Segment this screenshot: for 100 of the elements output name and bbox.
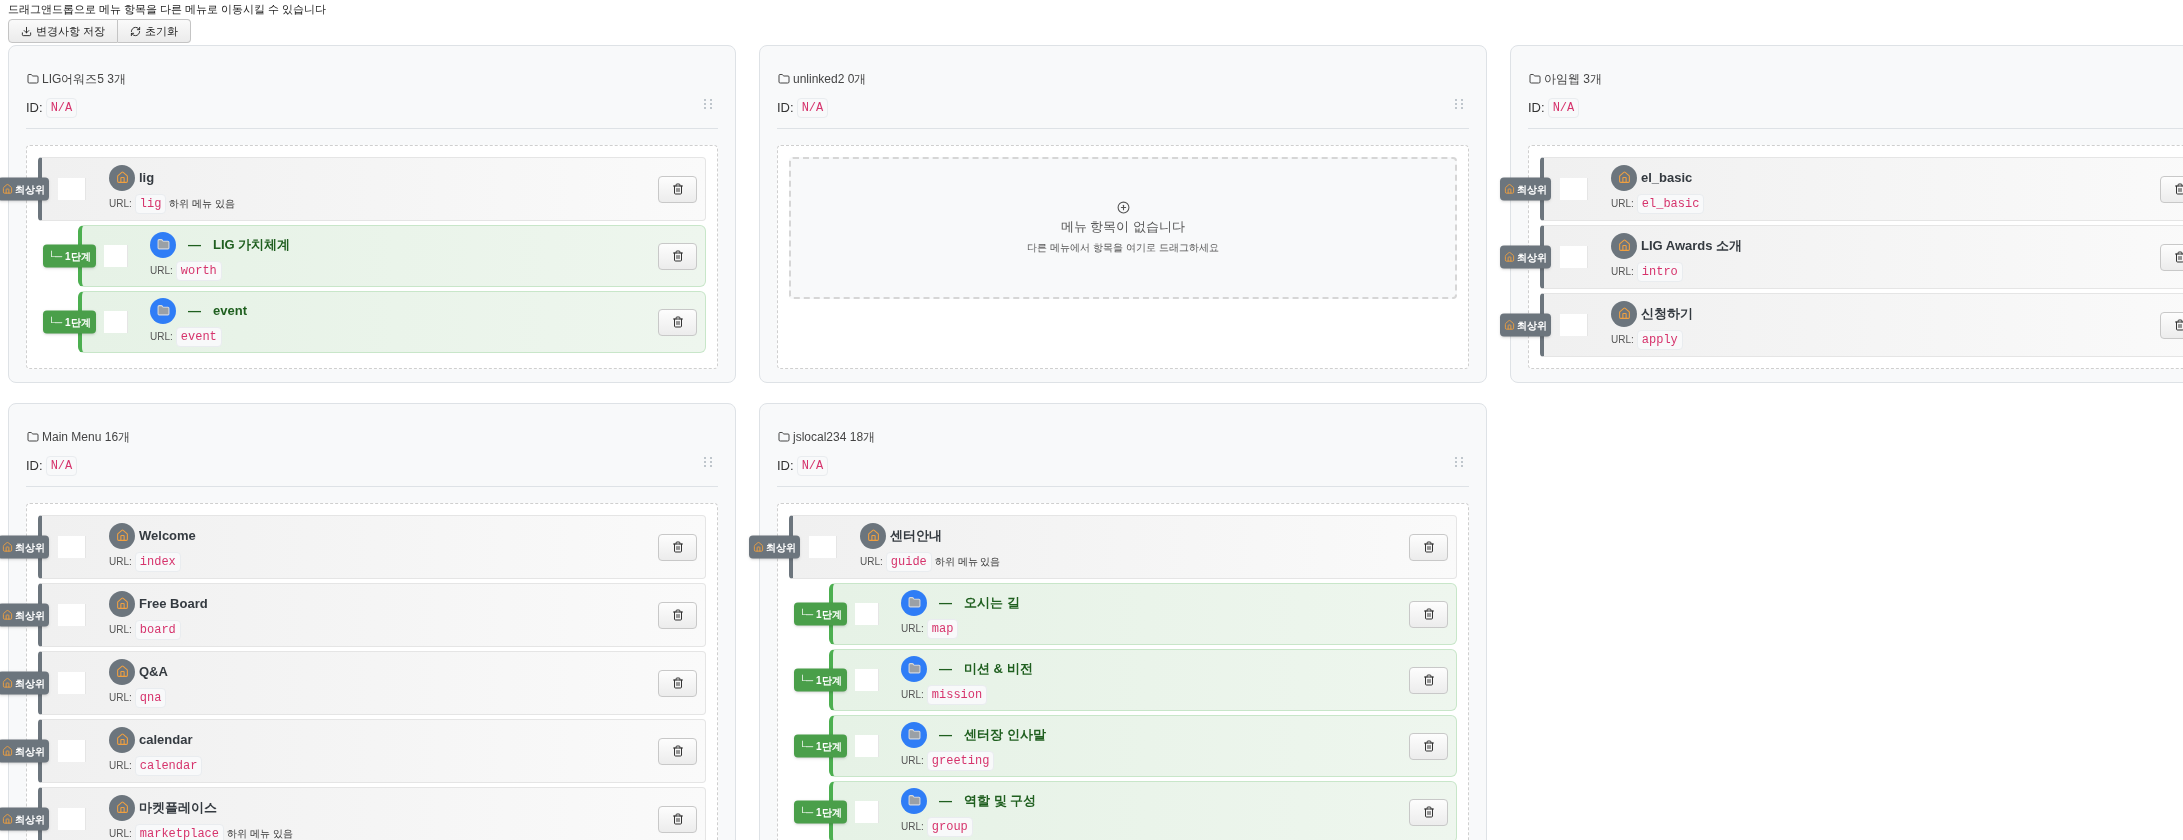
trash-icon [1422,806,1435,818]
delete-button[interactable] [658,805,697,833]
delete-button[interactable] [1409,600,1448,628]
dash-marker: — [939,593,952,612]
url-label: URL: [109,691,132,705]
url-code: intro [1636,261,1683,282]
trash-icon [671,183,684,195]
url-label: URL: [860,555,883,569]
drag-grip-icon[interactable] [703,456,713,468]
house-icon [1611,300,1637,327]
id-label: ID: [1528,99,1545,118]
download-icon [21,25,32,37]
drag-handle[interactable] [855,735,879,757]
trash-icon [1422,674,1435,686]
drag-handle[interactable] [809,536,837,558]
delete-button[interactable] [1409,533,1448,561]
house-icon [109,726,135,753]
level-badge: 최상위 [1500,177,1551,201]
delete-button[interactable] [658,669,697,697]
delete-button[interactable] [658,175,697,203]
menu-title: Main Menu 16개 [27,428,718,446]
folder-icon [901,787,927,814]
level-badge: └─ 1단계 [794,602,847,626]
url-code: calendar [134,755,203,776]
drag-grip-icon[interactable] [703,98,713,110]
menu-item-name: event [213,301,247,320]
submenu-note: 하위 메뉴 있음 [169,197,235,211]
level-badge: 최상위 [0,535,49,559]
id-label: ID: [26,99,43,118]
level-badge: └─ 1단계 [43,244,96,268]
id-code: N/A [45,456,78,476]
trash-icon [671,250,684,262]
url-code: worth [175,260,222,281]
delete-button[interactable] [1409,732,1448,760]
url-label: URL: [150,330,173,344]
level-badge: └─ 1단계 [794,800,847,824]
menu-title: LIG어워즈5 3개 [27,70,718,88]
menu-item-name: 미션 & 비전 [964,659,1033,678]
level-badge: 최상위 [0,603,49,627]
empty-hint: 다른 메뉴에서 항목을 여기로 드래그하세요 [1027,240,1219,255]
delete-button[interactable] [658,242,697,270]
drag-handle[interactable] [855,669,879,691]
house-icon [2,677,13,689]
menu-item-name: 마켓플레이스 [139,798,217,817]
dash-marker: — [188,301,201,320]
menu-item-name: Welcome [139,526,196,545]
trash-icon [1422,740,1435,752]
folder-icon [778,431,790,443]
url-code: lig [134,193,167,214]
level-badge: └─ 1단계 [43,310,96,334]
drag-handle[interactable] [58,740,86,762]
folder-icon [901,721,927,748]
trash-icon [671,609,684,621]
url-code: board [134,619,181,640]
folder-icon [27,431,39,443]
house-icon [2,745,13,757]
folder-icon [150,231,176,258]
url-code: qna [134,687,167,708]
house-icon [1611,164,1637,191]
menu-title: unlinked2 0개 [778,70,1469,88]
menu-item-name: Q&A [139,662,168,681]
drag-handle[interactable] [104,311,128,333]
reset-button[interactable]: 초기화 [118,19,192,43]
level-badge: 최상위 [1500,245,1551,269]
drag-handle[interactable] [855,801,879,823]
delete-button[interactable] [658,533,697,561]
drag-handle[interactable] [58,604,86,626]
url-code: group [926,816,973,837]
drag-handle[interactable] [58,536,86,558]
drag-grip-icon[interactable] [1454,98,1464,110]
save-button[interactable]: 변경사항 저장 [8,19,119,43]
plus-icon [1116,201,1130,215]
level-badge: 최상위 [0,739,49,763]
drag-handle[interactable] [1560,178,1588,200]
delete-button[interactable] [1409,666,1448,694]
id-code: N/A [1547,98,1580,118]
delete-button[interactable] [658,737,697,765]
dash-marker: — [939,659,952,678]
drag-grip-icon[interactable] [1454,456,1464,468]
house-icon [109,658,135,685]
menu-item-name: el_basic [1641,168,1693,187]
menu-title: 아임웹 3개 [1529,70,2183,88]
delete-button[interactable] [658,308,697,336]
house-icon [109,164,135,191]
house-icon [1611,232,1637,259]
trash-icon [2173,251,2183,263]
drag-handle[interactable] [1560,314,1588,336]
level-badge: 최상위 [1500,313,1551,337]
id-code: N/A [45,98,78,118]
url-code: guide [885,551,932,572]
drag-handle[interactable] [855,603,879,625]
drag-handle[interactable] [58,808,86,830]
url-code: event [175,326,222,347]
delete-button[interactable] [1409,798,1448,826]
drag-handle[interactable] [58,672,86,694]
drag-handle[interactable] [58,178,86,200]
drag-handle[interactable] [104,245,128,267]
trash-icon [2173,183,2183,195]
delete-button[interactable] [658,601,697,629]
drag-handle[interactable] [1560,246,1588,268]
